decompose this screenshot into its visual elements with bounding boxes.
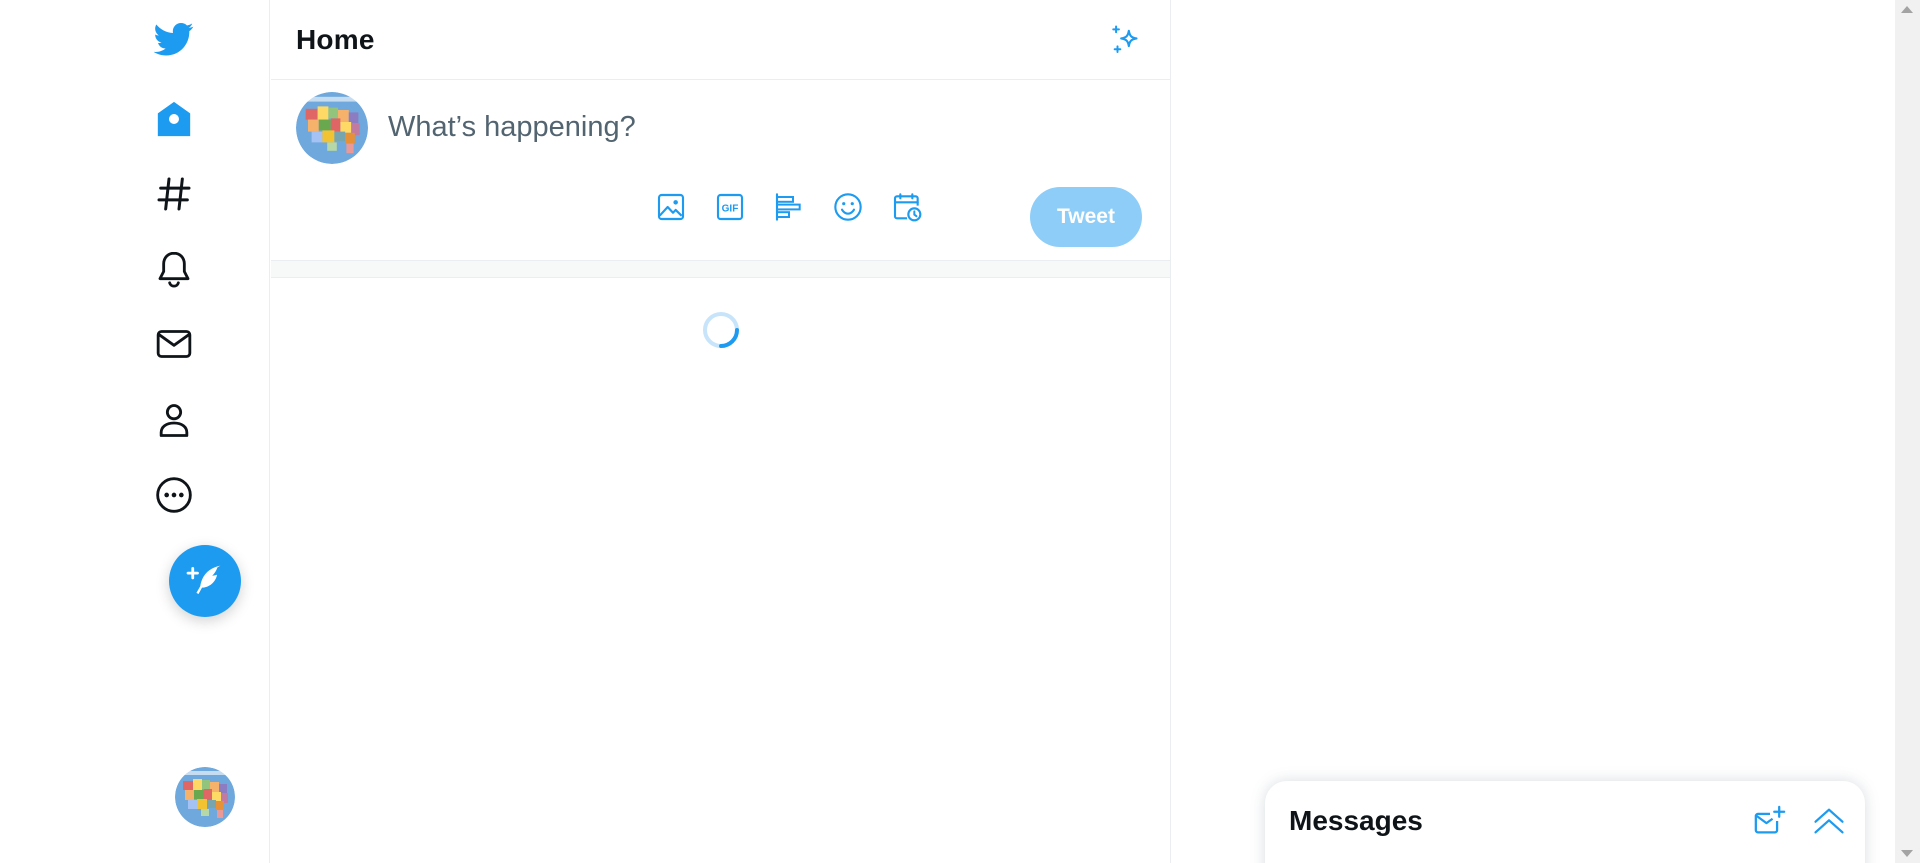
more-icon[interactable] (144, 465, 204, 525)
twitter-logo-icon[interactable] (144, 9, 204, 69)
top-tweets-sparkle-button[interactable] (1106, 20, 1146, 60)
messages-drawer[interactable]: Messages (1265, 781, 1865, 863)
main-column: Home What’s happening? GIF Tweet (271, 0, 1171, 863)
tweet-composer: GIF (271, 80, 1170, 261)
compose-tweet-icon (186, 565, 221, 594)
messages-title: Messages (1289, 805, 1423, 836)
compose-tweet-button[interactable] (169, 545, 241, 617)
expand-messages-button[interactable] (1807, 799, 1851, 843)
profile-icon[interactable] (144, 390, 204, 450)
page-scrollbar[interactable] (1895, 0, 1920, 863)
us-map-avatar-image (296, 92, 368, 164)
double-chevron-up-icon (1814, 808, 1844, 834)
messages-envelope-icon[interactable] (144, 314, 204, 374)
explore-hashtag-icon[interactable] (144, 164, 204, 224)
page-title: Home (296, 23, 375, 55)
add-poll-button[interactable] (767, 185, 811, 229)
schedule-button[interactable] (885, 185, 929, 229)
add-emoji-button[interactable] (826, 185, 870, 229)
us-map-avatar-image (175, 767, 235, 827)
loading-spinner-icon (703, 312, 739, 348)
page-header: Home (271, 0, 1170, 80)
tweet-text-input[interactable] (388, 103, 1128, 151)
tweet-button[interactable]: Tweet (1030, 187, 1142, 247)
composer-avatar[interactable] (296, 92, 368, 164)
gif-icon: GIF (716, 193, 744, 221)
account-avatar[interactable] (175, 767, 235, 827)
add-gif-button[interactable]: GIF (708, 185, 752, 229)
add-media-button[interactable] (649, 185, 693, 229)
notifications-bell-icon[interactable] (144, 239, 204, 299)
new-message-button[interactable] (1748, 799, 1792, 843)
scroll-down-arrow-icon[interactable] (1901, 850, 1913, 857)
schedule-calendar-icon (893, 193, 922, 222)
scroll-up-arrow-icon[interactable] (1901, 6, 1913, 13)
new-message-icon (1754, 805, 1786, 834)
timeline-divider (271, 261, 1170, 278)
image-icon (657, 193, 685, 221)
sparkle-icon (1112, 25, 1138, 53)
svg-text:GIF: GIF (722, 204, 739, 215)
sidebar-nav (0, 0, 270, 863)
app: Home What’s happening? GIF Tweet Message… (0, 0, 1920, 863)
emoji-icon (834, 193, 862, 221)
home-icon[interactable] (144, 89, 204, 149)
poll-icon (775, 193, 801, 221)
